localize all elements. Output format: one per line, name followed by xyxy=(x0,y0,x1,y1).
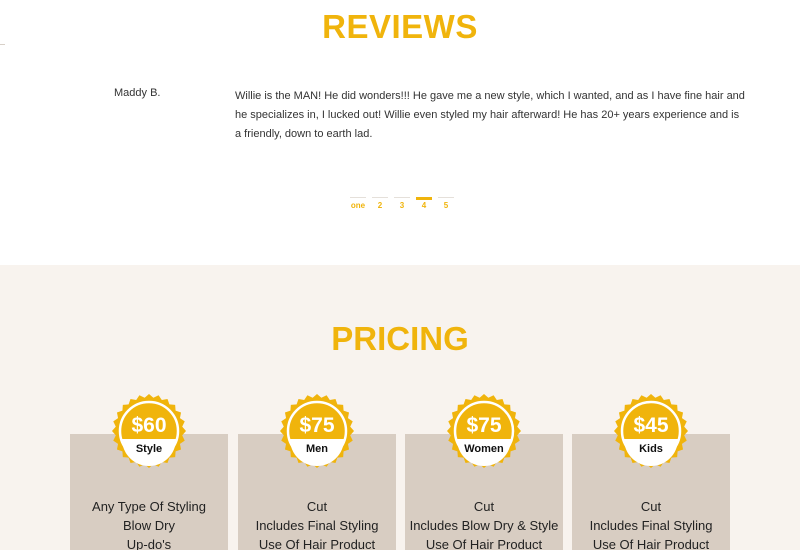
feature-item: Cut xyxy=(640,499,662,514)
plan-name: Kids xyxy=(639,443,663,455)
plan-features: Cut Includes Final Styling Use Of Hair P… xyxy=(238,497,396,550)
feature-item: Includes Blow Dry & Style xyxy=(409,518,559,533)
pricing-section: PRICING Any Type Of Styling Blow Dry Up-… xyxy=(0,265,800,550)
feature-item: Up-do's xyxy=(126,537,172,550)
feature-item: Any Type Of Styling xyxy=(92,499,206,514)
pagination-one[interactable]: one xyxy=(350,197,366,210)
review-text: Willie is the MAN! He did wonders!!! He … xyxy=(235,90,745,140)
plan-features: Cut Includes Blow Dry & Style Use Of Hai… xyxy=(405,497,563,550)
reviews-title: REVIEWS xyxy=(322,8,478,45)
price-badge: $75 Men xyxy=(279,393,355,469)
plan-price: $75 xyxy=(466,414,502,437)
plan-name: Men xyxy=(306,443,328,455)
review-pagination: one 2 3 4 5 xyxy=(350,197,454,210)
feature-item: Cut xyxy=(306,499,328,514)
plan-price: $75 xyxy=(299,414,335,437)
price-badge: $75 Women xyxy=(446,393,522,469)
plan-price: $45 xyxy=(633,414,669,437)
feature-item: Use Of Hair Product xyxy=(258,537,376,550)
reviews-section: REVIEWS Maddy B. Willie is the MAN! He d… xyxy=(0,0,800,265)
feature-item: Includes Final Styling xyxy=(589,518,713,533)
reviewer-name: Maddy B. xyxy=(114,87,161,99)
feature-item: Blow Dry xyxy=(122,518,175,533)
feature-item: Use Of Hair Product xyxy=(425,537,543,550)
pagination-5[interactable]: 5 xyxy=(438,197,454,210)
plan-features: Any Type Of Styling Blow Dry Up-do's xyxy=(70,497,228,550)
feature-item: Includes Final Styling xyxy=(255,518,379,533)
feature-item: Cut xyxy=(473,499,495,514)
pagination-4[interactable]: 4 xyxy=(416,197,432,210)
price-badge: $45 Kids xyxy=(613,393,689,469)
pricing-title: PRICING xyxy=(331,320,469,357)
plan-name: Style xyxy=(135,443,163,455)
plan-price: $60 xyxy=(131,414,167,437)
pagination-2[interactable]: 2 xyxy=(372,197,388,210)
pagination-3[interactable]: 3 xyxy=(394,197,410,210)
feature-item: Use Of Hair Product xyxy=(592,537,710,550)
plan-name: Women xyxy=(464,443,504,455)
plan-features: Cut Includes Final Styling Use Of Hair P… xyxy=(572,497,730,550)
price-badge: $60 Style xyxy=(111,393,187,469)
